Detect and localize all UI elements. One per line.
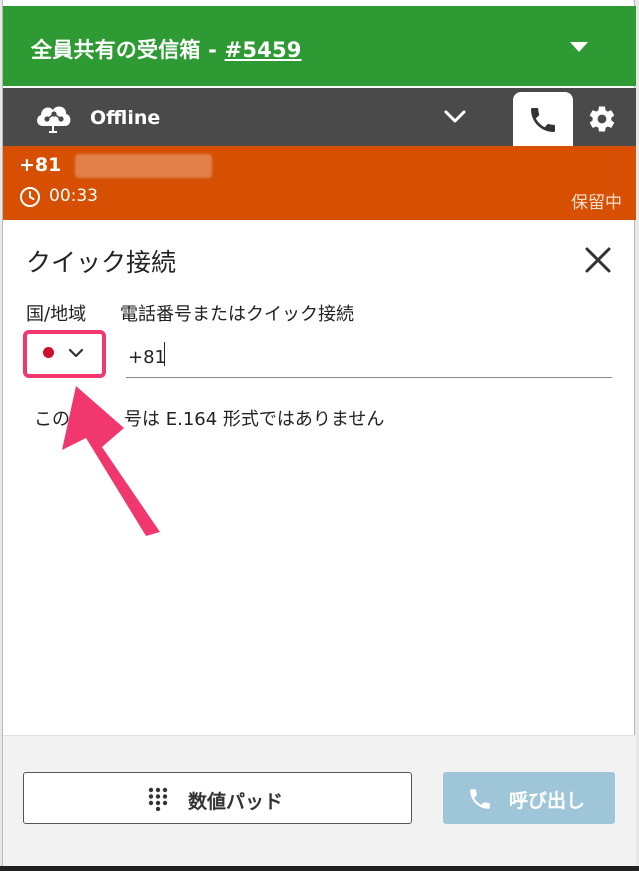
country-label: 国/地域 [26, 304, 87, 325]
footer: 数値パッド 呼び出し [3, 735, 636, 867]
phone-label: 電話番号またはクイック接続 [120, 304, 354, 325]
text-caret [164, 342, 165, 366]
status-chevron-down-icon[interactable] [443, 108, 467, 126]
clock-icon [20, 187, 40, 207]
phone-tab[interactable] [513, 92, 573, 146]
queue-title-link[interactable]: #5459 [225, 38, 302, 62]
queue-title: 全員共有の受信箱 - #5459 [31, 34, 302, 64]
queue-title-prefix: 全員共有の受信箱 - [31, 38, 225, 62]
queue-header[interactable]: 全員共有の受信箱 - #5459 [3, 6, 636, 86]
validation-error-left: この [34, 409, 70, 430]
cloud-network-icon [37, 106, 71, 133]
phone-number-input[interactable] [126, 338, 612, 378]
gear-icon[interactable] [587, 104, 617, 134]
phone-icon [470, 789, 490, 809]
agent-status-bar: Offline [3, 88, 636, 146]
call-button[interactable]: 呼び出し [443, 772, 615, 824]
redacted-number [75, 154, 212, 178]
keypad-icon [148, 787, 168, 811]
agent-status-label: Offline [90, 107, 161, 129]
close-icon[interactable] [582, 244, 614, 276]
queue-dropdown-icon[interactable] [570, 42, 588, 52]
hold-status: 保留中 [571, 193, 622, 213]
keypad-button[interactable]: 数値パッド [23, 772, 412, 824]
bottom-strip [0, 866, 639, 871]
country-select[interactable] [23, 330, 106, 378]
active-call-bar: +81 00:33 保留中 [3, 146, 636, 220]
call-number: +81 [19, 154, 62, 176]
phone-icon [531, 108, 555, 132]
quick-connect-title: クイック接続 [26, 248, 177, 277]
call-timer: 00:33 [49, 186, 98, 206]
keypad-label: 数値パッド [188, 791, 284, 813]
validation-error-right: 号は E.164 形式ではありません [124, 409, 385, 430]
call-label: 呼び出し [509, 790, 586, 812]
chevron-down-icon [68, 348, 84, 358]
validation-error: この 号は E.164 形式ではありません [34, 405, 384, 431]
japan-flag-icon [43, 347, 54, 358]
